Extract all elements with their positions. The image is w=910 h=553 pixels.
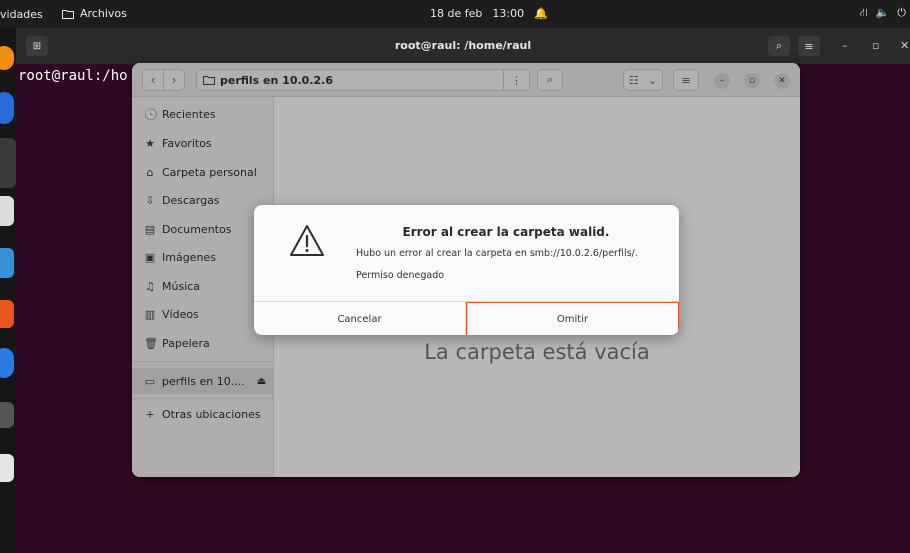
clock-time: 13:00 [492,7,525,20]
top-bar: vidades Archivos 18 de feb 13:00 🔔 ⛙ 🔈 ⏻ [0,0,910,28]
terminal-search-icon[interactable]: ⌕ [768,36,790,56]
dialog-button-row: Cancelar Omitir [254,301,679,335]
dock-trash-icon[interactable] [0,454,14,482]
power-icon: ⏻ [897,6,906,19]
maximize-icon[interactable]: ▫ [872,39,879,52]
terminal-header: ⊞ root@raul: /home/raul ⌕ ≡ – ▫ ✕ [16,28,910,64]
software-icon[interactable] [0,300,14,328]
writer-icon[interactable] [0,248,14,278]
terminal-menu-icon[interactable]: ≡ [798,36,820,56]
dock [0,28,16,553]
clock-date: 18 de feb [430,7,483,20]
dock-running-icon[interactable] [0,402,14,428]
error-dialog: Error al crear la carpeta walid. Hubo un… [254,205,679,335]
terminal-prompt: root@raul:/ho [18,68,128,84]
app-menu-files[interactable]: Archivos [62,7,127,20]
network-icon: ⛙ [859,6,868,19]
dialog-detail: Permiso denegado [356,270,445,281]
files-dock-icon[interactable] [0,196,14,226]
help-icon[interactable] [0,348,14,378]
firefox-icon[interactable] [0,92,14,124]
close-icon[interactable]: ✕ [900,39,909,52]
terminal-dock-icon[interactable] [0,138,16,188]
activities-button[interactable]: vidades [0,8,43,21]
notification-bell-icon: 🔔 [534,7,548,20]
dialog-message: Hubo un error al crear la carpeta en smb… [356,248,638,259]
folder-icon [62,9,74,19]
minimize-icon[interactable]: – [842,39,848,52]
cancel-button[interactable]: Cancelar [254,302,466,335]
clock[interactable]: 18 de feb 13:00 🔔 [430,7,548,20]
dialog-title: Error al crear la carpeta walid. [402,225,610,239]
omit-button[interactable]: Omitir [466,302,679,335]
volume-icon: 🔈 [875,6,890,19]
system-tray[interactable]: ⛙ 🔈 ⏻ [860,6,906,21]
dock-app-icon[interactable] [0,46,14,70]
warning-icon [290,225,324,256]
app-menu-label: Archivos [80,7,127,20]
